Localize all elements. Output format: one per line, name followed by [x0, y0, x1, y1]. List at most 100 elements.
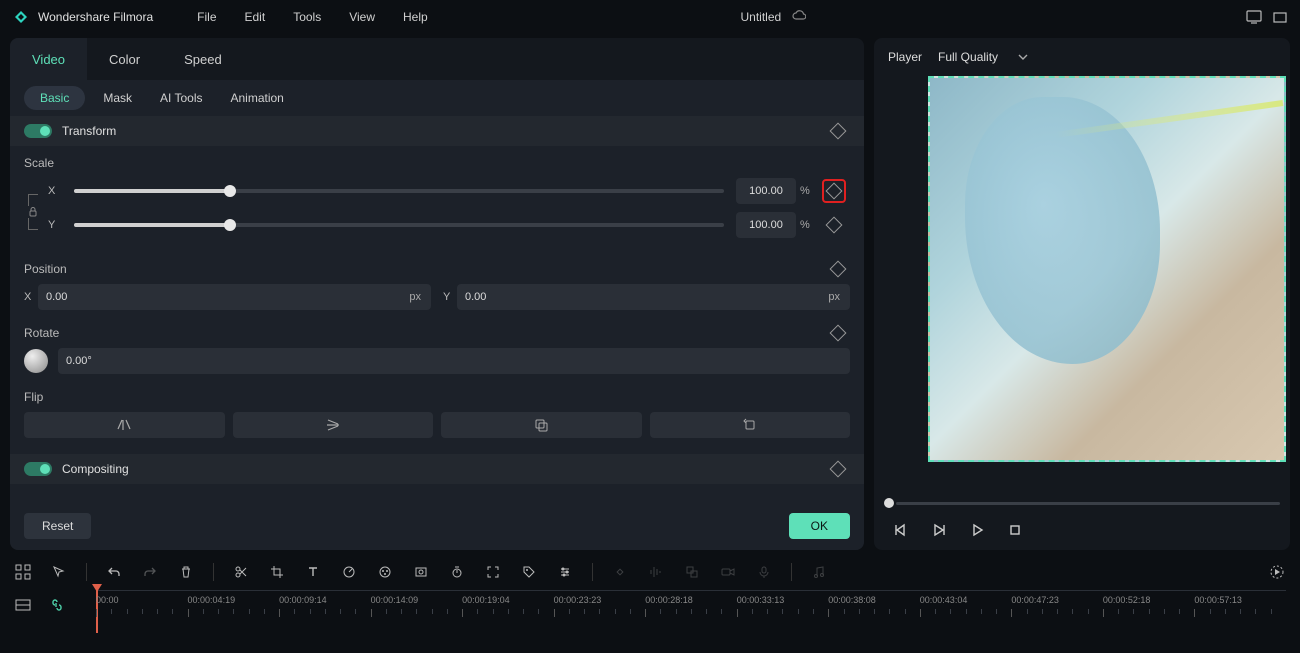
scale-y-thumb[interactable] — [224, 219, 236, 231]
ok-button[interactable]: OK — [789, 513, 850, 539]
subtab-aitools[interactable]: AI Tools — [150, 86, 212, 110]
scale-y-slider[interactable] — [74, 223, 724, 227]
timer-icon[interactable] — [448, 563, 466, 581]
preview-frame — [928, 76, 1286, 462]
redo-icon[interactable] — [141, 563, 159, 581]
timeline-toolbar — [0, 554, 1300, 590]
cloud-sync-icon[interactable] — [791, 9, 807, 25]
play-button[interactable] — [968, 521, 986, 539]
transport-controls — [874, 510, 1290, 550]
scale-x-thumb[interactable] — [224, 185, 236, 197]
transform-section-header[interactable]: Transform — [10, 116, 864, 146]
rotate-input[interactable]: 0.00° — [58, 348, 850, 374]
panel-footer: Reset OK — [10, 502, 864, 550]
grid-icon[interactable] — [14, 563, 32, 581]
subtab-mask[interactable]: Mask — [93, 86, 142, 110]
position-label: Position — [24, 262, 832, 276]
player-panel: Player Full Quality — [874, 38, 1290, 550]
music-icon[interactable] — [810, 563, 828, 581]
quality-dropdown[interactable]: Full Quality — [938, 50, 1028, 64]
chevron-down-icon — [1018, 54, 1028, 60]
flip-rotate-button[interactable] — [650, 412, 851, 438]
transform-label: Transform — [62, 124, 832, 138]
device-icon[interactable] — [1246, 9, 1262, 25]
scale-x-value[interactable]: 100.00 — [736, 178, 796, 204]
position-group: Position X 0.00 px Y 0.00 — [10, 252, 864, 316]
record-icon[interactable] — [719, 563, 737, 581]
speed-icon[interactable] — [340, 563, 358, 581]
fit-icon[interactable] — [484, 563, 502, 581]
rotate-dial[interactable] — [24, 349, 48, 373]
app-name: Wondershare Filmora — [38, 10, 153, 24]
subtab-animation[interactable]: Animation — [220, 86, 293, 110]
flip-vertical-button[interactable] — [233, 412, 434, 438]
keyframe-tool-icon[interactable] — [611, 563, 629, 581]
position-y-input[interactable]: 0.00 px — [457, 284, 850, 310]
group-icon[interactable] — [683, 563, 701, 581]
compositing-toggle[interactable] — [24, 462, 52, 476]
player-title: Player — [888, 50, 922, 64]
crop-icon[interactable] — [268, 563, 286, 581]
menu-view[interactable]: View — [335, 10, 389, 24]
scale-y-row: Y 100.00 % — [48, 212, 850, 238]
greenscreen-icon[interactable] — [412, 563, 430, 581]
undo-icon[interactable] — [105, 563, 123, 581]
transform-keyframe-icon[interactable] — [830, 123, 847, 140]
menu-file[interactable]: File — [183, 10, 230, 24]
transform-toggle[interactable] — [24, 124, 52, 138]
selection-icon[interactable] — [50, 563, 68, 581]
seek-bar[interactable] — [874, 496, 1290, 510]
window-controls-icon[interactable] — [1272, 9, 1288, 25]
menu-edit[interactable]: Edit — [231, 10, 280, 24]
scale-label: Scale — [24, 156, 850, 170]
document-title-area: Untitled — [442, 9, 1246, 25]
track-header-icon[interactable] — [14, 596, 32, 614]
color-icon[interactable] — [376, 563, 394, 581]
main-tabs: Video Color Speed — [10, 38, 864, 80]
adjust-icon[interactable] — [556, 563, 574, 581]
menu-tools[interactable]: Tools — [279, 10, 335, 24]
mic-icon[interactable] — [755, 563, 773, 581]
compositing-label: Compositing — [62, 462, 832, 476]
flip-horizontal-button[interactable] — [24, 412, 225, 438]
flip-copy-button[interactable] — [441, 412, 642, 438]
document-title: Untitled — [741, 10, 782, 24]
timeline-ruler[interactable]: 00:0000:00:04:1900:00:09:1400:00:14:0900… — [96, 590, 1286, 640]
scale-x-row: X 100.00 % — [48, 178, 850, 204]
tab-speed[interactable]: Speed — [162, 38, 244, 80]
scale-group: Scale X 100.00 — [10, 146, 864, 252]
scale-x-slider[interactable] — [74, 189, 724, 193]
flip-group: Flip — [10, 380, 864, 444]
render-icon[interactable] — [1268, 563, 1286, 581]
menu-help[interactable]: Help — [389, 10, 442, 24]
compositing-keyframe-icon[interactable] — [830, 461, 847, 478]
rotate-group: Rotate 0.00° — [10, 316, 864, 380]
split-icon[interactable] — [232, 563, 250, 581]
subtab-basic[interactable]: Basic — [24, 86, 85, 110]
prev-frame-button[interactable] — [892, 521, 910, 539]
delete-icon[interactable] — [177, 563, 195, 581]
title-bar: Wondershare Filmora File Edit Tools View… — [0, 0, 1300, 34]
position-keyframe-icon[interactable] — [830, 261, 847, 278]
compositing-section-header[interactable]: Compositing — [10, 454, 864, 484]
tag-icon[interactable] — [520, 563, 538, 581]
play-forward-button[interactable] — [930, 521, 948, 539]
scale-x-keyframe-icon[interactable] — [826, 183, 843, 200]
tab-color[interactable]: Color — [87, 38, 162, 80]
seek-thumb[interactable] — [884, 498, 894, 508]
scale-y-keyframe-icon[interactable] — [826, 217, 843, 234]
preview-viewport[interactable] — [878, 76, 1286, 492]
lock-aspect-icon[interactable] — [27, 206, 39, 218]
sub-tabs: Basic Mask AI Tools Animation — [10, 80, 864, 116]
position-y-field: Y 0.00 px — [443, 284, 850, 310]
scale-y-value[interactable]: 100.00 — [736, 212, 796, 238]
link-icon[interactable] — [48, 596, 66, 614]
rotate-keyframe-icon[interactable] — [830, 325, 847, 342]
tab-video[interactable]: Video — [10, 38, 87, 80]
audio-tool-icon[interactable] — [647, 563, 665, 581]
rotate-label: Rotate — [24, 326, 832, 340]
reset-button[interactable]: Reset — [24, 513, 91, 539]
stop-button[interactable] — [1006, 521, 1024, 539]
text-icon[interactable] — [304, 563, 322, 581]
position-x-input[interactable]: 0.00 px — [38, 284, 431, 310]
